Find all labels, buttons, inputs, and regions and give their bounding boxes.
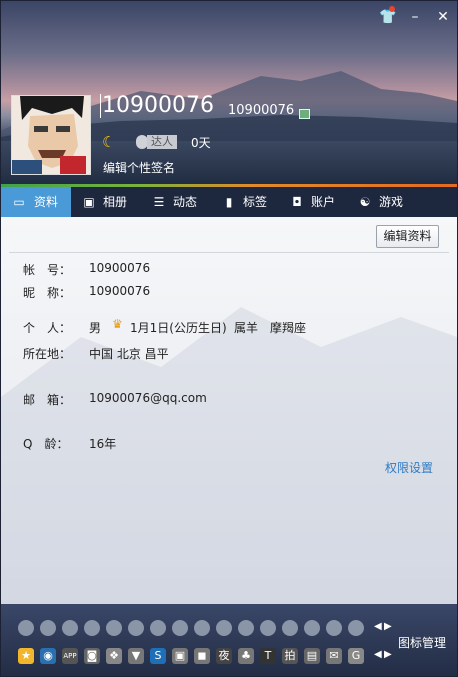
service-icon-a10[interactable]	[216, 620, 232, 636]
personal-label: 个 人：	[23, 321, 72, 335]
app-icon-b8[interactable]: ▣	[172, 648, 188, 664]
app-icon-b9[interactable]: ◼	[194, 648, 210, 664]
app-icon-b15[interactable]: ✉	[326, 648, 342, 664]
app-icon-b5[interactable]: ❖	[106, 648, 122, 664]
tab-feed[interactable]: ☰ 动态	[151, 187, 211, 217]
nickname-title[interactable]: 10900076	[102, 93, 214, 118]
next-arrow-icon[interactable]: ▶	[384, 621, 392, 632]
tab-games[interactable]: ☯ 游戏	[357, 187, 417, 217]
divider	[9, 252, 449, 253]
app-icon-b1[interactable]: ★	[18, 648, 34, 664]
service-icon-a8[interactable]	[172, 620, 188, 636]
bookmark-tag-icon: ▮	[225, 195, 233, 209]
account-label: 帐 号：	[23, 263, 72, 277]
tab-label: 账户	[311, 195, 336, 209]
app-icon-b2[interactable]: ◉	[40, 648, 56, 664]
email-label: 邮 箱：	[23, 393, 72, 407]
service-icon-a13[interactable]	[282, 620, 298, 636]
service-icon-a2[interactable]	[40, 620, 56, 636]
account-value: 10900076	[89, 261, 151, 275]
service-icon-a15[interactable]	[326, 620, 342, 636]
app-icon-b7[interactable]: S	[150, 648, 166, 664]
tab-account[interactable]: ◘ 账户	[289, 187, 349, 217]
qage-value: 16年	[89, 437, 117, 451]
profile-header: 👕 – ✕ 10900076 10900076 ☾ 达人 0天 编辑个性签名	[1, 1, 457, 186]
gender-value: 男	[89, 321, 102, 335]
app-icon-b6[interactable]: ▼	[128, 648, 144, 664]
photo-album-icon: ▣	[83, 195, 95, 209]
game-icon: ☯	[359, 195, 371, 209]
app-icon-b12[interactable]: T	[260, 648, 276, 664]
close-button[interactable]: ✕	[435, 9, 451, 25]
daren-badge[interactable]: 达人	[147, 135, 177, 149]
icon-manager-button[interactable]: 图标管理	[398, 634, 446, 651]
profile-content: 编辑资料 帐 号： 10900076 昵 称： 10900076 个 人： 男 …	[1, 217, 457, 604]
briefcase-icon: ◘	[292, 195, 302, 209]
service-icon-a11[interactable]	[238, 620, 254, 636]
location-value: 中国 北京 昌平	[89, 347, 169, 361]
tab-label: 标签	[243, 195, 268, 209]
app-icon-b16[interactable]: G	[348, 648, 364, 664]
nick-label: 昵 称：	[23, 286, 72, 300]
service-icon-a1[interactable]	[18, 620, 34, 636]
profile-tabs: ▭ 资料 ▣ 相册 ☰ 动态 ▮ 标签 ◘ 账户 ☯ 游戏	[1, 187, 457, 217]
app-icon-b14[interactable]: ▤	[304, 648, 320, 664]
avatar[interactable]	[11, 95, 91, 175]
profile-window: 👕 – ✕ 10900076 10900076 ☾ 达人 0天 编辑个性签名 ▭…	[0, 0, 458, 677]
service-icon-a3[interactable]	[62, 620, 78, 636]
service-icon-a9[interactable]	[194, 620, 210, 636]
daren-days: 0天	[191, 136, 211, 150]
nick-value: 10900076	[89, 284, 151, 298]
minimize-button[interactable]: –	[407, 9, 423, 25]
permission-settings-link[interactable]: 权限设置	[385, 459, 433, 476]
text-cursor	[100, 94, 101, 118]
crown-icon: ♛	[112, 317, 123, 331]
edit-profile-button[interactable]: 编辑资料	[376, 225, 439, 248]
moon-level-icon[interactable]: ☾	[102, 134, 118, 150]
service-icon-a12[interactable]	[260, 620, 276, 636]
id-card-icon[interactable]	[299, 109, 310, 119]
qage-label: Q 龄：	[23, 437, 69, 451]
tab-album[interactable]: ▣ 相册	[81, 187, 141, 217]
tab-label: 动态	[173, 195, 198, 209]
signature-input[interactable]: 编辑个性签名	[103, 159, 175, 176]
service-icon-a14[interactable]	[304, 620, 320, 636]
birthday-value: 1月1日(公历生日)	[130, 321, 227, 335]
tab-label: 游戏	[379, 195, 404, 209]
prev-arrow-icon[interactable]: ◀	[374, 621, 382, 632]
service-icon-a7[interactable]	[150, 620, 166, 636]
location-label: 所在地：	[23, 347, 72, 361]
service-icon-a6[interactable]	[128, 620, 144, 636]
constellation-value: 摩羯座	[270, 321, 307, 335]
icon-bar: ★ ◉ APP ◙ ❖ ▼ S ▣ ◼ 夜 ♣ T 拍 ▤ ✉ G ◀ ▶ ◀ ▶ 图标管理	[1, 604, 457, 676]
app-icon-b10[interactable]: 夜	[216, 648, 232, 664]
service-icon-a16[interactable]	[348, 620, 364, 636]
profile-card-icon: ▭	[13, 195, 25, 209]
notification-dot	[389, 6, 395, 12]
tab-label: 资料	[34, 195, 59, 209]
app-icon-b4[interactable]: ◙	[84, 648, 100, 664]
email-value: 10900076@qq.com	[89, 391, 207, 405]
tab-profile[interactable]: ▭ 资料	[1, 187, 71, 217]
app-icon-b3[interactable]: APP	[62, 648, 78, 664]
avatar-image	[12, 96, 90, 174]
zodiac-value: 属羊	[234, 321, 259, 335]
feed-list-icon: ☰	[153, 195, 165, 209]
app-icon-b11[interactable]: ♣	[238, 648, 254, 664]
qq-number: 10900076	[228, 103, 295, 118]
tab-label: 相册	[103, 195, 128, 209]
tab-tags[interactable]: ▮ 标签	[221, 187, 281, 217]
service-icon-a5[interactable]	[106, 620, 122, 636]
app-icon-b13[interactable]: 拍	[282, 648, 298, 664]
service-icon-a4[interactable]	[84, 620, 100, 636]
next-arrow-icon-2[interactable]: ▶	[384, 649, 392, 660]
prev-arrow-icon-2[interactable]: ◀	[374, 649, 382, 660]
